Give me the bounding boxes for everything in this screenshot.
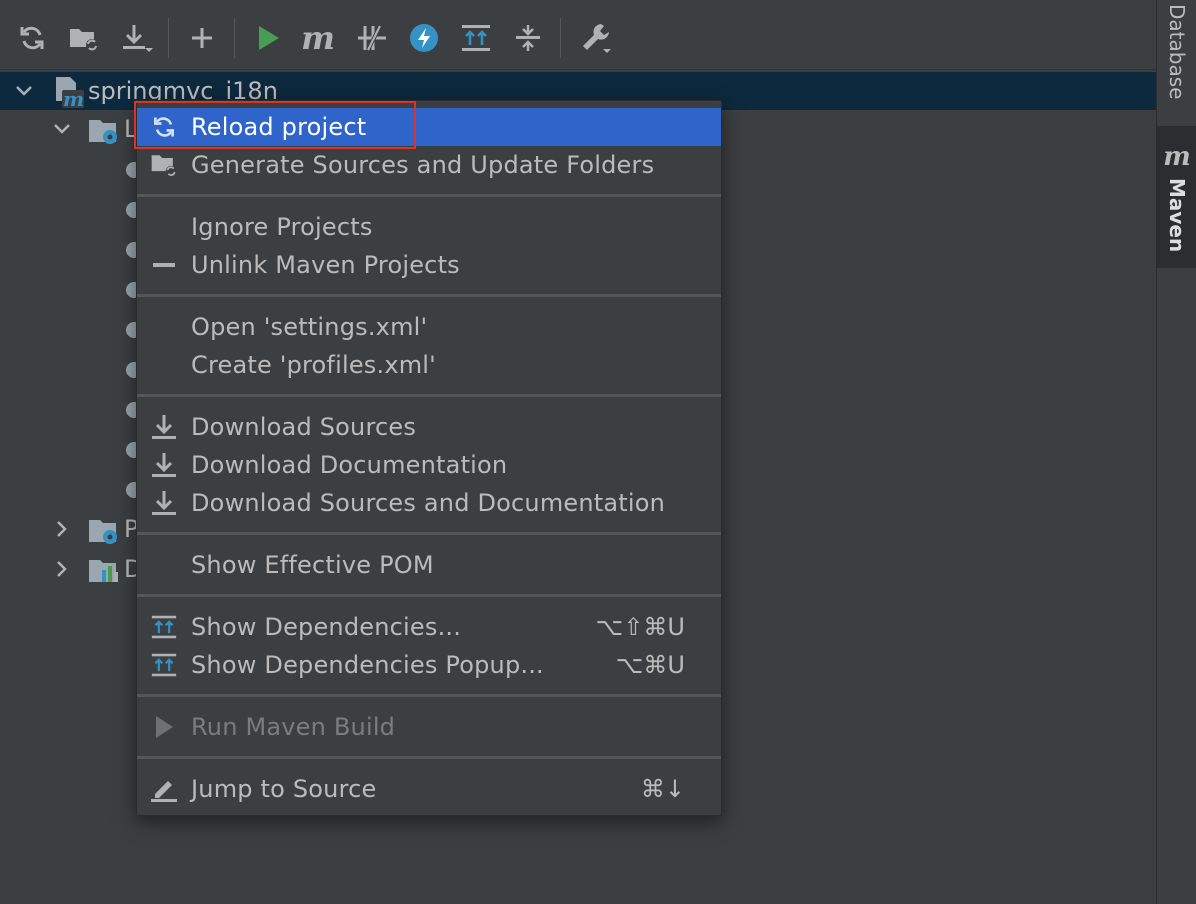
toolbar-separator (234, 18, 235, 58)
menu-item-download-sources-and-documentation[interactable]: Download Sources and Documentation (137, 484, 721, 522)
menu-separator (137, 756, 721, 759)
maven-toolbar: m (0, 0, 1156, 70)
menu-item-open-settings-xml[interactable]: Open 'settings.xml' (137, 308, 721, 346)
database-tool-tab[interactable]: Database (1157, 0, 1196, 120)
chevron-down-icon[interactable] (12, 79, 36, 103)
dependencies-icon (149, 651, 179, 679)
shortcut-label: ⌥⌘U (615, 651, 685, 679)
menu-item-show-effective-pom[interactable]: Show Effective POM (137, 546, 721, 584)
reload-all-icon[interactable] (14, 18, 50, 58)
context-menu: Reload project Generate Sources and Upda… (136, 100, 722, 816)
menu-separator (137, 594, 721, 597)
skip-tests-icon[interactable] (406, 18, 442, 58)
generate-sources-icon[interactable] (66, 18, 102, 58)
lifecycle-folder-icon (88, 116, 122, 150)
menu-item-show-dependencies[interactable]: Show Dependencies... ⌥⇧⌘U (137, 608, 721, 646)
plugins-folder-icon (88, 516, 122, 550)
maven-icon: m (1163, 142, 1191, 172)
generate-sources-folder-icon (149, 151, 179, 179)
menu-item-generate-sources[interactable]: Generate Sources and Update Folders (137, 146, 721, 184)
download-icon (149, 451, 179, 479)
menu-separator (137, 394, 721, 397)
edit-pencil-icon (149, 775, 179, 803)
collapse-all-icon[interactable] (510, 18, 546, 58)
menu-item-unlink-maven-projects[interactable]: Unlink Maven Projects (137, 246, 721, 284)
maven-module-icon: m (54, 76, 84, 112)
maven-tool-tab[interactable]: m Maven (1157, 126, 1196, 268)
toolbar-separator (560, 18, 561, 58)
show-dependencies-icon[interactable] (458, 18, 494, 58)
download-icon (149, 413, 179, 441)
menu-separator (137, 532, 721, 535)
settings-wrench-icon[interactable] (578, 18, 614, 58)
execute-goal-icon[interactable]: m (300, 18, 336, 58)
menu-item-jump-to-source[interactable]: Jump to Source ⌘↓ (137, 770, 721, 808)
dependencies-icon (149, 613, 179, 641)
menu-separator (137, 294, 721, 297)
menu-separator (137, 694, 721, 697)
chevron-down-icon[interactable] (50, 117, 74, 141)
dependencies-folder-icon (88, 556, 122, 590)
menu-separator (137, 194, 721, 197)
annotation-highlight-box (134, 101, 416, 149)
menu-item-ignore-projects[interactable]: Ignore Projects (137, 208, 721, 246)
chevron-right-icon[interactable] (50, 517, 74, 541)
menu-item-create-profiles-xml[interactable]: Create 'profiles.xml' (137, 346, 721, 384)
download-icon[interactable] (118, 18, 154, 58)
run-icon[interactable] (250, 18, 286, 58)
maven-tab-label: Maven (1165, 178, 1189, 253)
run-disabled-icon (149, 713, 179, 741)
add-icon[interactable] (184, 18, 220, 58)
database-tab-label: Database (1165, 4, 1189, 100)
menu-item-show-dependencies-popup[interactable]: Show Dependencies Popup... ⌥⌘U (137, 646, 721, 684)
shortcut-label: ⌥⇧⌘U (595, 613, 685, 641)
chevron-right-icon[interactable] (50, 557, 74, 581)
right-tool-window-strip: Database m Maven (1156, 0, 1196, 904)
svg-text:m: m (63, 87, 84, 108)
menu-item-download-sources[interactable]: Download Sources (137, 408, 721, 446)
shortcut-label: ⌘↓ (640, 775, 685, 803)
minus-icon (149, 251, 179, 279)
toolbar-separator (168, 18, 169, 58)
download-icon (149, 489, 179, 517)
toggle-offline-icon[interactable] (354, 18, 390, 58)
menu-item-run-maven-build[interactable]: Run Maven Build (137, 708, 721, 746)
menu-item-download-documentation[interactable]: Download Documentation (137, 446, 721, 484)
